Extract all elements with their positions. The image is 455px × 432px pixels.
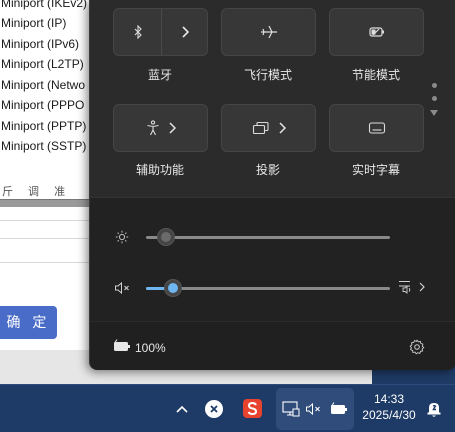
tile-label-airplane: 飞行模式: [243, 68, 292, 82]
list-item[interactable]: Miniport (IP): [0, 13, 100, 34]
accessibility-tile[interactable]: [113, 104, 208, 152]
quick-settings-footer: 100%: [90, 322, 455, 370]
page-indicator-dot[interactable]: [432, 83, 437, 88]
brightness-slider[interactable]: [146, 236, 390, 239]
quick-settings-tiles: 蓝牙 飞行模式 节能模式 辅助功能 投影 实时字幕: [90, 0, 455, 196]
tile-label-bluetooth: 蓝牙: [147, 68, 172, 82]
tile-label-live-captions: 实时字幕: [351, 163, 400, 177]
airplane-tile[interactable]: [221, 8, 316, 56]
chevron-right-icon: [419, 279, 425, 297]
project-tile[interactable]: [221, 104, 316, 152]
battery-charging-icon: [329, 401, 349, 417]
list-item[interactable]: Miniport (IPv6): [0, 34, 100, 55]
volume-muted-icon[interactable]: [114, 281, 132, 295]
system-tray-status[interactable]: [276, 388, 354, 430]
x-circle-icon[interactable]: [205, 400, 223, 418]
list-item[interactable]: Miniport (PPPO: [0, 95, 100, 116]
volume-muted-icon: [305, 401, 323, 417]
brightness-icon: [115, 230, 129, 244]
ok-button[interactable]: 确 定: [0, 306, 57, 339]
notification-icon[interactable]: [424, 399, 444, 419]
list-item[interactable]: Miniport (Netwo: [0, 75, 100, 96]
list-item[interactable]: Miniport (SSTP): [0, 136, 100, 157]
taskbar-clock[interactable]: 14:33 2025/4/30: [360, 391, 418, 423]
sogou-ime-icon[interactable]: [243, 399, 262, 418]
battery-charging-icon[interactable]: [113, 339, 131, 353]
quick-settings-panel: 蓝牙 飞行模式 节能模式 辅助功能 投影 实时字幕 100%: [89, 0, 455, 370]
clock-time: 14:33: [373, 392, 405, 406]
list-item[interactable]: Miniport (L2TP): [0, 54, 100, 75]
chevron-up-icon[interactable]: [174, 401, 190, 417]
chevron-right-icon[interactable]: [162, 9, 208, 55]
network-icon: [282, 400, 300, 418]
tile-label-project: 投影: [255, 163, 280, 177]
brightness-slider-thumb[interactable]: [156, 228, 175, 246]
energy-saver-tile[interactable]: [329, 8, 424, 56]
list-item[interactable]: Miniport (PPTP): [0, 116, 100, 137]
volume-slider[interactable]: [146, 287, 390, 290]
page-indicator-dot[interactable]: [432, 96, 437, 101]
tile-label-accessibility: 辅助功能: [135, 163, 184, 177]
audio-output-icon: [398, 278, 414, 299]
tile-label-energy-saver: 节能模式: [351, 68, 400, 82]
energy-saver-icon: [330, 9, 423, 55]
taskbar: 14:33 2025/4/30: [0, 384, 455, 432]
sliders-section: [90, 197, 455, 321]
live-captions-tile[interactable]: [329, 104, 424, 152]
device-list: Miniport (IKEv2) Miniport (IP) Miniport …: [0, 0, 100, 157]
page-down-arrow-icon[interactable]: [430, 110, 438, 116]
audio-output-button[interactable]: [398, 279, 430, 297]
project-icon: [222, 105, 315, 151]
clock-date: 2025/4/30: [362, 408, 416, 422]
volume-slider-thumb[interactable]: [163, 279, 182, 297]
list-item[interactable]: Miniport (IKEv2): [0, 0, 100, 13]
gear-icon[interactable]: [409, 339, 425, 355]
bluetooth-icon[interactable]: [114, 9, 161, 55]
accessibility-icon: [114, 105, 207, 151]
airplane-icon: [222, 9, 315, 55]
bluetooth-tile[interactable]: [113, 8, 208, 56]
live-captions-icon: [330, 105, 423, 151]
battery-percentage: 100%: [135, 341, 166, 355]
